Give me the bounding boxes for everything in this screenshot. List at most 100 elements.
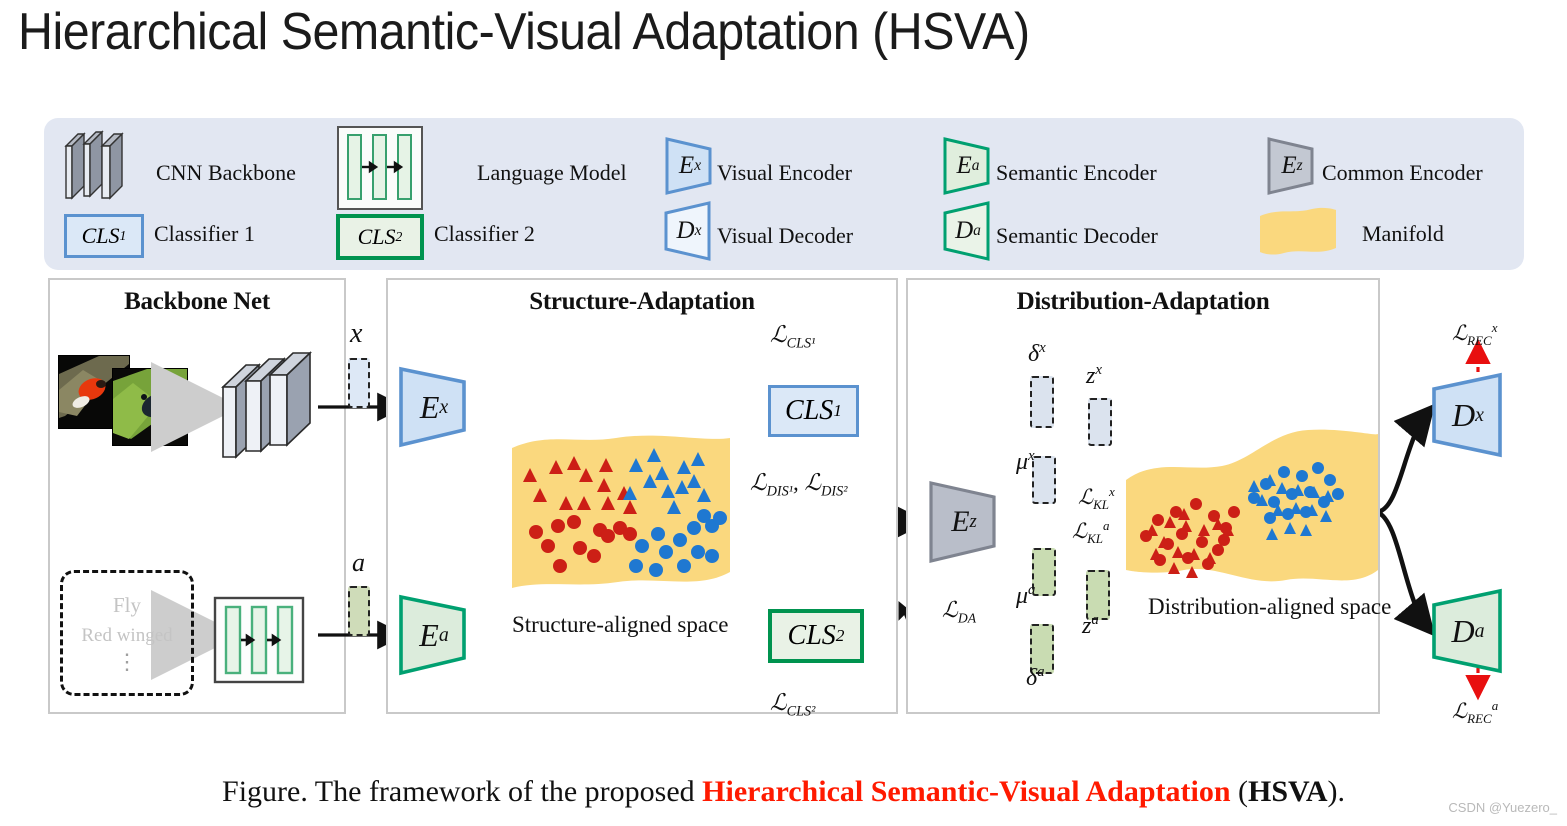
structure-aligned-space-label: Structure-aligned space [512,612,729,637]
loss-rec-x-label: ℒRECx [1452,320,1498,349]
distribution-aligned-manifold [1122,424,1382,604]
attribute-red-winged: Red winged [81,625,173,646]
page-title: Hierarchical Semantic-Visual Adaptation … [18,3,1030,61]
semantic-encoder-shape[interactable]: Ea [398,594,470,676]
visual-encoder-sup: x [694,157,702,174]
common-encoder-shape[interactable]: Ez [928,480,1000,564]
vector-z-x [1088,398,1112,446]
z-x-sup: x [1095,362,1102,378]
legend-panel: CNN Backbone Language Model Ex Visual En… [44,118,1524,270]
mu-a-symbol: μ [1016,583,1029,609]
z-a-symbol: z [1082,613,1092,639]
classifier2-chip-sup: 2 [835,626,845,645]
common-encoder-sup: z [1296,157,1303,174]
semantic-decoder-shape[interactable]: Da [1430,588,1506,674]
classifier1-chip-symbol: CLS [785,395,834,426]
visual-decoder-symbol: D [676,217,695,244]
classifier2-sup: 2 [395,229,403,244]
label-mu-x: μx [1016,448,1035,476]
panel-title-structure-adaptation: Structure-Adaptation [529,288,755,315]
label-delta-x: δx [1028,340,1046,368]
panel-title-distribution-adaptation: Distribution-Adaptation [1016,288,1270,315]
visual-encoder-symbol: E [678,152,695,179]
cnn-stack-icon [60,128,150,206]
label-delta-a: δa [1026,664,1045,692]
loss-rec-a-sup: a [1491,698,1499,713]
loss-da-base: ℒ [942,597,958,622]
legend-label-classifier-2: Classifier 2 [434,221,535,246]
loss-dis1-sub: DIS¹ [766,483,794,500]
caption-prefix: Figure. The framework of the proposed [222,775,703,808]
caption-middle: ( [1230,775,1248,808]
loss-cls2-label: ℒCLS² [770,690,815,721]
mu-x-sup: x [1028,448,1035,464]
loss-kl-x-label: ℒKLx [1078,484,1115,513]
classifier1-symbol: CLS [81,223,120,248]
semantic-encoder-shape-symbol: E [419,616,439,653]
loss-cls2-base: ℒ [770,690,787,715]
semantic-decoder-shape-sup: a [1474,619,1485,642]
bird-image-2 [112,368,188,446]
visual-decoder-shape-symbol: D [1452,396,1476,433]
semantic-encoder-shape-sup: a [438,623,449,646]
loss-rec-x-sub: REC [1467,333,1492,349]
loss-rec-x-sup: x [1491,320,1498,335]
classifier1-icon: CLS 1 [64,214,144,258]
classifier1-chip[interactable]: CLS 1 [768,385,859,437]
label-z-x: zx [1086,362,1102,390]
common-encoder-shape-sup: z [969,511,977,532]
visual-decoder-shape-sup: x [1475,403,1484,426]
classifier1-sup: 1 [119,228,127,243]
caption-highlight: Hierarchical Semantic-Visual Adaptation [702,775,1231,808]
delta-a-symbol: δ [1026,665,1038,691]
mu-a-sup: a [1028,582,1036,598]
semantic-decoder-shape-symbol: D [1451,612,1475,649]
structure-aligned-manifold [508,430,734,600]
feature-vector-a [348,586,370,636]
classifier2-symbol: CLS [357,224,396,249]
delta-x-symbol: δ [1028,341,1040,367]
visual-decoder-shape[interactable]: Dx [1430,372,1506,458]
label-mu-a: μa [1016,582,1035,610]
loss-cls2-sub: CLS² [786,703,816,720]
loss-kl-a-label: ℒKLa [1072,518,1110,547]
visual-encoder-shape-sup: x [439,395,449,418]
classifier2-icon: CLS 2 [336,214,424,260]
visual-decoder-icon: Dx [663,200,715,262]
classifier2-chip[interactable]: CLS 2 [768,609,864,663]
loss-kl-x-base: ℒ [1078,485,1094,509]
caption-suffix: ). [1327,775,1345,808]
semantic-decoder-sup: a [973,222,981,239]
legend-label-visual-encoder: Visual Encoder [717,160,852,185]
semantic-encoder-symbol: E [956,152,972,179]
loss-kl-x-sub: KL [1093,497,1110,513]
semantic-decoder-icon: Da [942,200,994,262]
visual-decoder-sup: x [694,222,702,239]
caption-acronym: HSVA [1248,775,1328,808]
backbone-language-model-icon [213,596,305,684]
attribute-fly: Fly [112,593,141,617]
attribute-text-box: Fly Red winged ⋮ [60,570,194,696]
classifier2-chip-symbol: CLS [787,620,836,651]
loss-cls1-base: ℒ [770,322,787,347]
visual-encoder-icon: Ex [664,136,716,196]
semantic-encoder-sup: a [971,157,980,174]
label-z-a: za [1082,612,1099,640]
loss-kl-a-sub: KL [1087,531,1104,547]
legend-label-cnn-backbone: CNN Backbone [156,160,296,185]
loss-cls1-label: ℒCLS¹ [770,322,815,353]
loss-kl-a-sup: a [1103,518,1110,533]
vector-delta-x [1030,376,1054,428]
legend-label-manifold: Manifold [1362,221,1444,246]
delta-a-sup: a [1037,664,1045,680]
legend-label-semantic-encoder: Semantic Encoder [996,160,1157,185]
semantic-encoder-icon: Ea [942,136,994,196]
visual-encoder-shape[interactable]: Ex [398,366,470,448]
common-encoder-shape-symbol: E [951,505,970,538]
backbone-cnn-stack-icon [218,345,318,465]
feature-a-label: a [352,548,365,577]
visual-encoder-shape-symbol: E [419,388,440,425]
distribution-aligned-space-label: Distribution-aligned space [1148,594,1392,619]
legend-label-language-model: Language Model [477,160,627,185]
z-a-sup: a [1091,612,1099,628]
